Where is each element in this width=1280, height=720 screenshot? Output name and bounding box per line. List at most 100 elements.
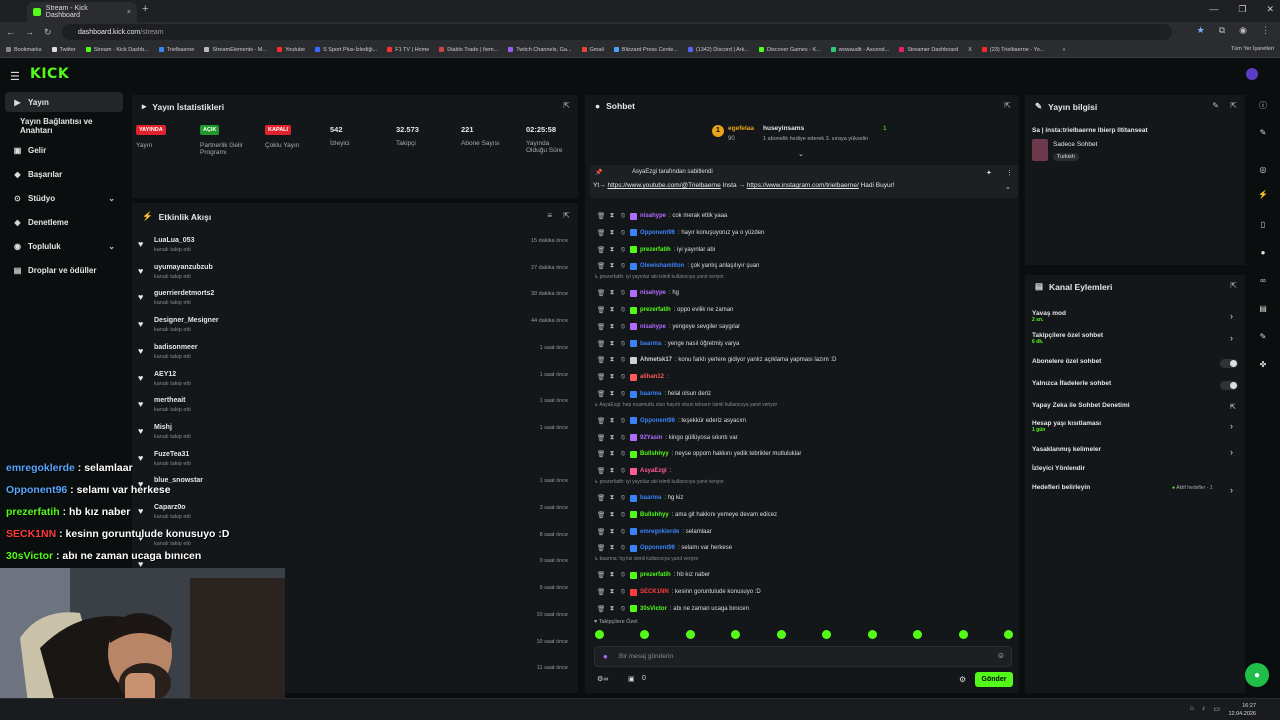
ban-icon[interactable]: ⦸ <box>619 544 627 552</box>
toggle-switch[interactable] <box>1220 381 1238 390</box>
chat-message[interactable]: 🗑 ⧗ ⦸ Bullshhyy: neyse oppom hakkını yedik … <box>597 447 801 461</box>
apps-icon[interactable]: ✤ <box>1257 360 1269 369</box>
chat-username[interactable]: baarma <box>640 495 661 501</box>
ban-icon[interactable]: ⦸ <box>619 571 627 579</box>
chat-username[interactable]: nisahype <box>640 290 666 296</box>
activity-username[interactable]: mertheait <box>154 397 186 404</box>
channel-action-item[interactable]: Yavaş mod 2 sn. <box>1032 310 1066 323</box>
bookmark-item[interactable]: (1342) Discord | Ark... <box>687 47 749 53</box>
delete-icon[interactable]: 🗑 <box>597 306 605 314</box>
chat-message[interactable]: 🗑 ⧗ ⦸ nisahype: yengeye sevgiler saygılar <box>597 320 740 334</box>
menu-icon[interactable]: ⋮ <box>1261 25 1270 36</box>
bookmark-item[interactable]: Trielbaerne <box>158 47 194 53</box>
chat-message[interactable]: 🗑 ⧗ ⦸ 30sVictor: abı ne zaman ucaga bınıcen <box>597 602 749 616</box>
chat-username[interactable]: prezerfatih <box>640 307 671 313</box>
ban-icon[interactable]: ⦸ <box>619 212 627 220</box>
microphone-icon[interactable]: ● <box>603 652 608 661</box>
chat-username[interactable]: Opponent96 <box>640 545 675 551</box>
activity-username[interactable]: uyumayanzubzub <box>154 264 213 271</box>
chevron-right-icon[interactable]: › <box>1230 421 1233 431</box>
timeout-icon[interactable]: ⧗ <box>608 511 616 519</box>
delete-icon[interactable]: 🗑 <box>597 246 605 254</box>
delete-icon[interactable]: 🗑 <box>597 511 605 519</box>
timeout-icon[interactable]: ⧗ <box>608 262 616 270</box>
link-icon[interactable]: ∞ <box>1257 276 1269 285</box>
chat-message[interactable]: 🗑 ⧗ ⦸ Olewishamilton: çok yanlış anlaşılıyı… <box>597 259 759 273</box>
timeout-icon[interactable]: ⧗ <box>608 494 616 502</box>
sidebar-item-topluluk[interactable]: ◉ Topluluk ⌄ <box>5 236 123 256</box>
emote-icon[interactable] <box>822 630 832 639</box>
chat-username[interactable]: alihan12 <box>640 374 664 380</box>
chat-username[interactable]: 30sVictor <box>640 606 667 612</box>
bookmark-item[interactable]: (23) Trielbaerne - Yo... <box>981 47 1044 53</box>
expand-icon[interactable]: ⇱ <box>1230 101 1237 110</box>
external-link-icon[interactable]: ⇱ <box>1230 403 1236 411</box>
chat-message[interactable]: 🗑 ⧗ ⦸ emregoklerde: selamlaar <box>597 525 712 539</box>
emote-icon[interactable] <box>958 630 968 639</box>
timeout-icon[interactable]: ⧗ <box>608 356 616 364</box>
sidebar-item-denetleme[interactable]: ◈ Denetleme <box>5 212 123 232</box>
expand-icon[interactable]: ⇱ <box>563 101 570 110</box>
ban-icon[interactable]: ⦸ <box>619 588 627 596</box>
extension-icon[interactable]: ⧉ <box>1219 25 1225 36</box>
volume-icon[interactable]: ♪ <box>1202 705 1206 713</box>
activity-username[interactable]: badisonmeer <box>154 344 198 351</box>
timeout-icon[interactable]: ⧗ <box>608 212 616 220</box>
minimize-button[interactable]: — <box>1209 4 1218 15</box>
activity-username[interactable]: Designer_Mesigner <box>154 317 219 324</box>
ban-icon[interactable]: ⦸ <box>619 229 627 237</box>
ban-icon[interactable]: ⦸ <box>619 262 627 270</box>
lightning-icon[interactable]: ⚡ <box>1257 190 1269 199</box>
send-button[interactable]: Gönder <box>975 672 1013 687</box>
chevron-right-icon[interactable]: › <box>1230 485 1233 495</box>
chat-message[interactable]: 🗑 ⧗ ⦸ Opponent96: hayır konuşuyoruz ya o yü… <box>597 226 764 240</box>
sidebar-item-gelir[interactable]: ▣ Gelir <box>5 140 123 160</box>
channel-action-item[interactable]: Takipçilere özel sohbet 6 dk. <box>1032 332 1103 345</box>
emote-icon[interactable] <box>913 630 923 639</box>
top-sub-name[interactable]: huseyinsams <box>763 125 804 132</box>
network-icon[interactable]: ⌂ <box>1190 705 1194 713</box>
channel-action-item[interactable]: Yasaklanmış kelimeler <box>1032 446 1101 453</box>
delete-icon[interactable]: 🗑 <box>597 323 605 331</box>
timeout-icon[interactable]: ⧗ <box>608 434 616 442</box>
ban-icon[interactable]: ⦸ <box>619 306 627 314</box>
delete-icon[interactable]: 🗑 <box>597 356 605 364</box>
chat-message[interactable]: 🗑 ⧗ ⦸ Opponent96: teşekkür ederiz asyacım <box>597 414 746 428</box>
bookmark-item[interactable]: Gmail <box>581 47 604 53</box>
chat-message[interactable]: 🗑 ⧗ ⦸ SECK1NN: kesinn goruntulude konusuyo … <box>597 585 761 599</box>
bookmark-item[interactable]: Twitter <box>51 47 76 53</box>
edit-icon[interactable]: ✎ <box>1212 101 1219 110</box>
back-icon[interactable]: ← <box>6 27 15 37</box>
sidebar-item-stream-key[interactable]: Yayın Bağlantısı ve Anahtarı <box>5 116 123 136</box>
bookmark-item[interactable]: Youtube <box>277 47 305 53</box>
bookmark-item[interactable]: Discover Games - K... <box>758 47 821 53</box>
info-icon[interactable]: ⓘ <box>1257 100 1269 111</box>
chat-username[interactable]: Bullshhyy <box>640 512 669 518</box>
ban-icon[interactable]: ⦸ <box>619 467 627 475</box>
ban-icon[interactable]: ⦸ <box>619 246 627 254</box>
chat-username[interactable]: nisahype <box>640 324 666 330</box>
bookmark-item[interactable]: Streamer Dashboard <box>899 47 958 53</box>
emote-icon[interactable] <box>1003 630 1013 639</box>
help-chat-button[interactable]: ● <box>1245 663 1269 687</box>
timeout-icon[interactable]: ⧗ <box>608 323 616 331</box>
timeout-icon[interactable]: ⧗ <box>608 340 616 348</box>
battery-icon[interactable]: ▭ <box>1213 705 1220 713</box>
emote-icon[interactable] <box>776 630 786 639</box>
ban-icon[interactable]: ⦸ <box>619 356 627 364</box>
chat-username[interactable]: Ahmetsk17 <box>640 357 672 363</box>
timeout-icon[interactable]: ⧗ <box>608 605 616 613</box>
timeout-icon[interactable]: ⧗ <box>608 528 616 536</box>
activity-username[interactable]: FuzeTea31 <box>154 451 189 458</box>
chat-username[interactable]: Bullshhyy <box>640 451 669 457</box>
ban-icon[interactable]: ⦸ <box>619 494 627 502</box>
chat-message[interactable]: 🗑 ⧗ ⦸ Opponent96: selamı var herkese <box>597 541 732 555</box>
maximize-button[interactable]: ❐ <box>1238 4 1246 15</box>
wrench-icon[interactable]: ✎ <box>1257 332 1269 341</box>
emote-icon[interactable] <box>685 630 695 639</box>
top-gifter-name[interactable]: egefelaa <box>728 125 754 132</box>
toggle-switch[interactable] <box>1220 359 1238 368</box>
system-clock[interactable]: 16:27 12.04.2026 <box>1228 702 1256 718</box>
chat-username[interactable]: 92Yasin <box>640 435 662 441</box>
chat-username[interactable]: Opponent96 <box>640 230 675 236</box>
